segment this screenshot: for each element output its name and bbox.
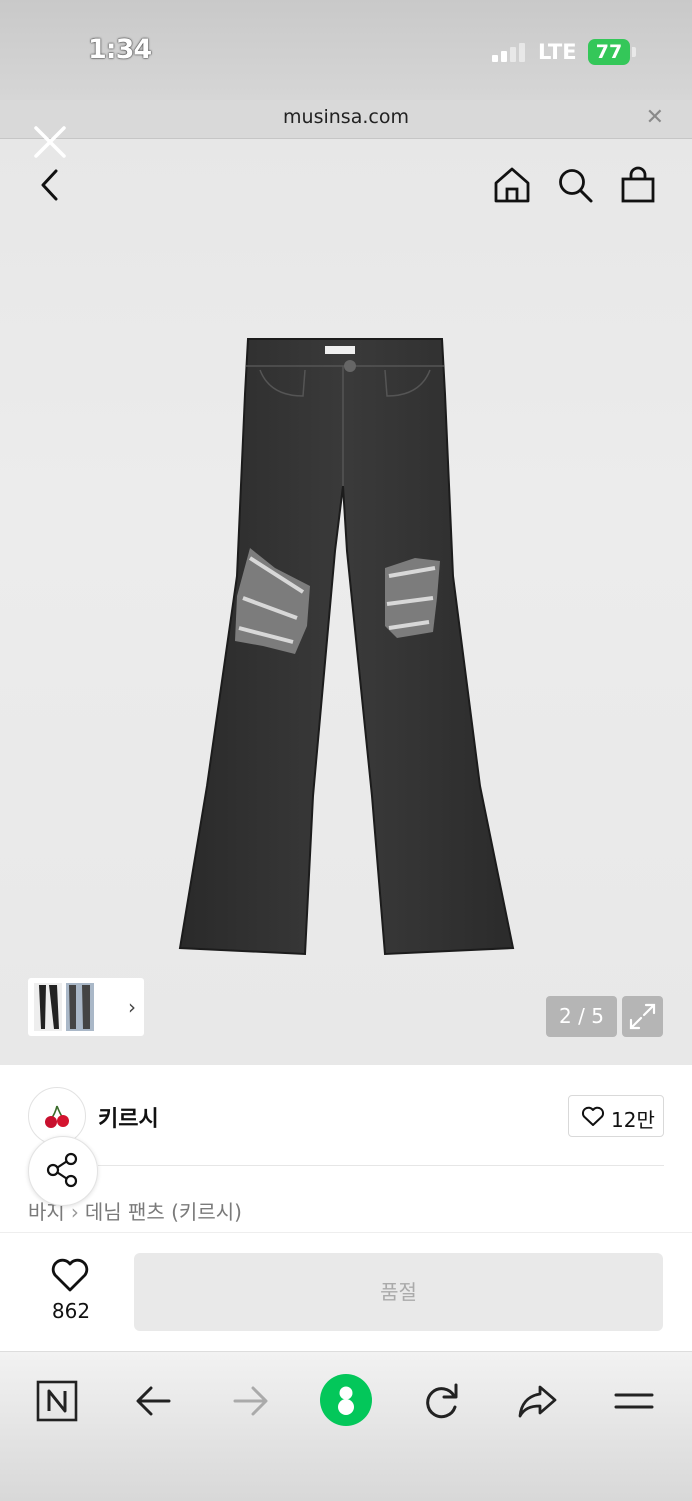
page-indicator: 2 / 5 [546, 996, 617, 1037]
brand-name[interactable]: 키르시 [98, 1101, 159, 1133]
purchase-bar: 862 품절 [0, 1232, 692, 1351]
expand-icon[interactable] [622, 996, 663, 1037]
chevron-right-icon[interactable]: › [128, 995, 136, 1019]
chevron-left-icon[interactable] [36, 168, 66, 202]
thumbnail-strip[interactable]: › [28, 978, 144, 1036]
breadcrumb-subcategory[interactable]: 데님 팬츠 (키르시) [85, 1200, 242, 1224]
shopping-bag-icon[interactable] [619, 166, 657, 204]
close-tab-icon[interactable]: ✕ [646, 105, 664, 130]
share-button[interactable] [28, 1136, 98, 1206]
refresh-icon[interactable] [416, 1376, 466, 1426]
menu-icon[interactable] [609, 1376, 659, 1426]
status-time: 1:34 [88, 34, 152, 65]
divider [98, 1165, 664, 1166]
url-text[interactable]: musinsa.com [0, 106, 692, 128]
signal-icon [492, 42, 528, 62]
heart-icon [581, 1106, 605, 1126]
arrow-right-icon[interactable] [225, 1376, 275, 1426]
thumbnail-image[interactable] [34, 983, 62, 1031]
home-icon[interactable] [493, 166, 531, 204]
browser-toolbar [0, 1351, 692, 1501]
search-icon[interactable] [556, 166, 594, 204]
brand-row: 키르시 12만 [0, 1065, 692, 1166]
product-image[interactable] [175, 336, 515, 961]
heart-icon[interactable] [50, 1257, 90, 1293]
battery-indicator: 77 [588, 39, 630, 65]
naver-n-icon[interactable] [32, 1376, 82, 1426]
arrow-left-icon[interactable] [129, 1376, 179, 1426]
brand-like-button[interactable]: 12만 [568, 1095, 664, 1137]
share-icon [46, 1152, 78, 1188]
close-icon[interactable] [32, 124, 68, 160]
status-bar: 1:34 LTE 77 [0, 0, 692, 100]
share-arrow-icon[interactable] [512, 1376, 562, 1426]
wishlist-count: 862 [51, 1299, 91, 1323]
url-bar[interactable]: musinsa.com ✕ [0, 100, 692, 139]
thumbnail-image[interactable] [66, 983, 94, 1031]
naver-green-icon[interactable] [318, 1372, 374, 1428]
soldout-button[interactable]: 품절 [134, 1253, 663, 1331]
network-type: LTE [538, 40, 577, 64]
battery-tip [632, 47, 636, 57]
brand-like-count: 12만 [611, 1108, 655, 1132]
